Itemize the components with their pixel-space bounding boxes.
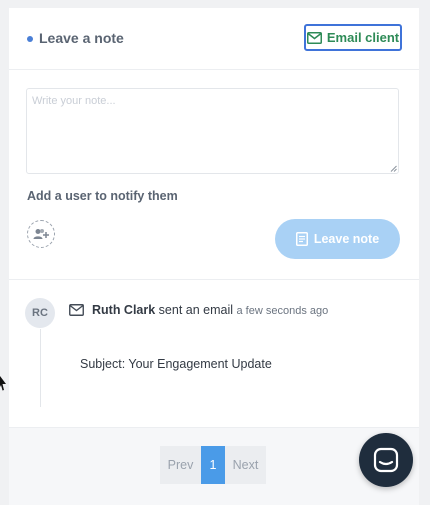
chat-launcher-button[interactable] <box>359 433 413 487</box>
activity-entry: Ruth Clark sent an email a few seconds a… <box>92 303 328 317</box>
chat-icon <box>373 447 399 473</box>
envelope-icon <box>69 304 84 316</box>
leave-note-button[interactable]: Leave note <box>275 219 400 259</box>
activity-user[interactable]: Ruth Clark <box>92 303 155 317</box>
bullet-dot-icon <box>27 36 33 42</box>
prev-page-button[interactable]: Prev <box>160 446 201 484</box>
avatar: RC <box>25 298 55 328</box>
add-user-button[interactable] <box>27 220 55 248</box>
email-client-label: Email client <box>326 30 400 45</box>
leave-note-label: Leave note <box>313 232 380 246</box>
notes-header: Leave a note Email client <box>9 8 419 70</box>
note-icon <box>295 232 308 246</box>
current-page-button[interactable]: 1 <box>201 446 225 484</box>
activity-action: sent an email <box>155 303 237 317</box>
user-plus-icon <box>33 229 49 239</box>
section-divider <box>9 279 419 280</box>
pagination: Prev 1 Next <box>160 446 266 484</box>
notes-title: Leave a note <box>39 30 124 46</box>
notify-users-label: Add a user to notify them <box>27 189 178 203</box>
activity-timestamp: a few seconds ago <box>236 305 329 317</box>
notes-panel: Leave a note Email client Add a user to … <box>9 8 419 505</box>
email-subject: Subject: Your Engagement Update <box>80 357 272 371</box>
timeline-connector <box>40 329 41 407</box>
envelope-icon <box>306 31 322 44</box>
note-textarea[interactable] <box>26 88 399 174</box>
email-client-button[interactable]: Email client <box>304 24 402 51</box>
pagination-footer: Prev 1 Next <box>9 427 419 505</box>
mouse-cursor-icon <box>0 376 6 391</box>
next-page-button[interactable]: Next <box>225 446 266 484</box>
